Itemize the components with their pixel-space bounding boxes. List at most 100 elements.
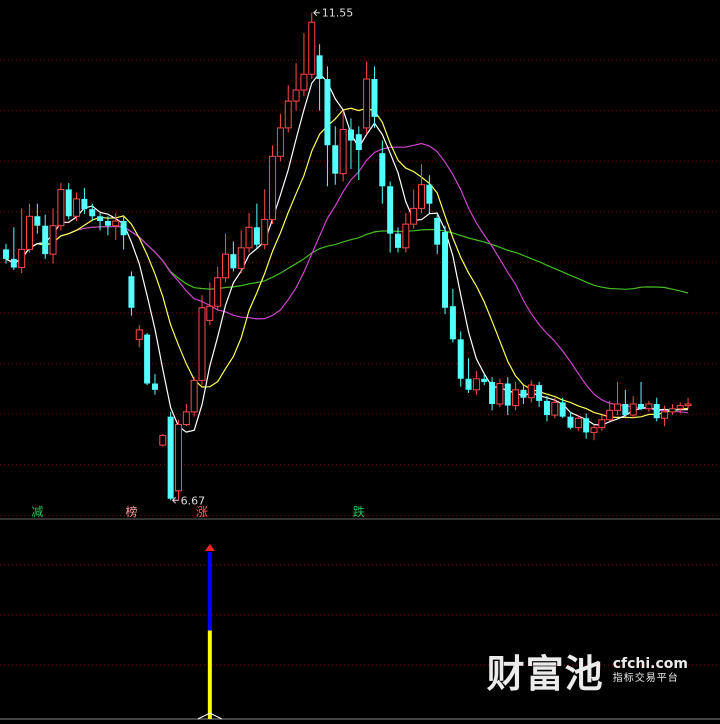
candlestick-series (3, 12, 692, 501)
candle-body (81, 198, 88, 210)
candle-body (512, 389, 520, 407)
candle (653, 397, 660, 422)
candle-body (245, 226, 253, 249)
candle (645, 400, 653, 412)
candle-body (120, 221, 127, 236)
candle-body (442, 232, 449, 308)
candle (42, 214, 49, 259)
candle-body (426, 184, 433, 204)
candle (638, 381, 645, 411)
candle (97, 213, 104, 231)
candle (527, 380, 535, 403)
candle (269, 145, 277, 225)
candle-body (496, 383, 504, 405)
candle (442, 225, 449, 315)
candle (104, 216, 111, 236)
candle-body (276, 127, 284, 157)
candle (151, 374, 158, 395)
candle-body (339, 128, 347, 175)
candle-body (97, 216, 104, 221)
candle-body (182, 411, 190, 426)
signal-labels: 减榜涨跌 (31, 504, 364, 519)
indicator-panel (197, 544, 223, 720)
candle-body (42, 225, 49, 255)
candle (543, 396, 550, 422)
candle-body (645, 403, 653, 410)
stock-chart: 11.556.67 减榜涨跌 (0, 7, 720, 720)
candle-body (26, 215, 34, 250)
candle (144, 333, 151, 386)
candle-body (284, 100, 292, 129)
signal-label: 涨 (196, 504, 208, 519)
candle (520, 385, 527, 405)
candle (324, 66, 331, 187)
watermark-logo: 财富池 cfchi.com 指标交易平台 (487, 643, 688, 698)
candle-body (49, 225, 57, 255)
candle (316, 44, 323, 111)
candle-body (418, 184, 426, 209)
candle-body (363, 78, 371, 129)
candle-body (300, 73, 308, 91)
candle-body (371, 79, 378, 117)
candle-body (472, 378, 480, 391)
candle-body (10, 258, 17, 268)
candle (308, 12, 316, 79)
candle-body (457, 339, 464, 379)
candle (292, 63, 300, 111)
candle-body (355, 134, 362, 150)
candle-body (434, 217, 441, 245)
candle (230, 241, 237, 272)
candle-body (590, 427, 598, 433)
candle (120, 216, 127, 250)
candle-body (237, 247, 245, 269)
candle-body (551, 401, 559, 416)
candle (167, 411, 174, 501)
candle-body (190, 379, 198, 413)
signal-arrow-icon (204, 544, 215, 551)
candle (512, 381, 520, 411)
grid-lines (0, 59, 720, 720)
signal-label: 跌 (353, 504, 365, 519)
candle (536, 381, 543, 408)
candle (363, 61, 371, 135)
candle-body (57, 188, 65, 227)
candle-body (520, 389, 527, 398)
ma60-line (5, 225, 689, 294)
candle-body (653, 404, 660, 419)
candle-body (261, 218, 269, 246)
candle (355, 126, 362, 180)
candle-body (324, 79, 331, 146)
candle-body (410, 207, 418, 225)
candle-body (614, 403, 622, 411)
candle (489, 377, 496, 411)
candle (190, 377, 198, 417)
candle (182, 404, 190, 427)
candle-body (481, 378, 488, 382)
candle (598, 415, 606, 431)
candle (629, 396, 637, 419)
candle-body (449, 306, 456, 340)
candle-body (34, 216, 41, 226)
candle-body (598, 419, 606, 429)
candle-body (668, 408, 676, 413)
candle-body (622, 404, 629, 416)
candle-body (606, 409, 614, 421)
candle-body (332, 145, 339, 174)
candle (504, 377, 511, 416)
candle-body (661, 411, 669, 419)
candle (661, 405, 669, 427)
candle (222, 233, 230, 283)
high-arrow (313, 9, 320, 17)
candle-body (527, 384, 535, 399)
moving-average-lines (5, 72, 689, 433)
candle-body (135, 329, 143, 340)
candle-body (3, 249, 9, 259)
candle (34, 203, 41, 234)
candle (10, 227, 17, 270)
candle-body (543, 400, 550, 416)
candle (449, 288, 456, 343)
candle (387, 181, 394, 253)
candle (26, 203, 34, 253)
candle-body (638, 404, 645, 409)
candle-body (629, 403, 637, 416)
